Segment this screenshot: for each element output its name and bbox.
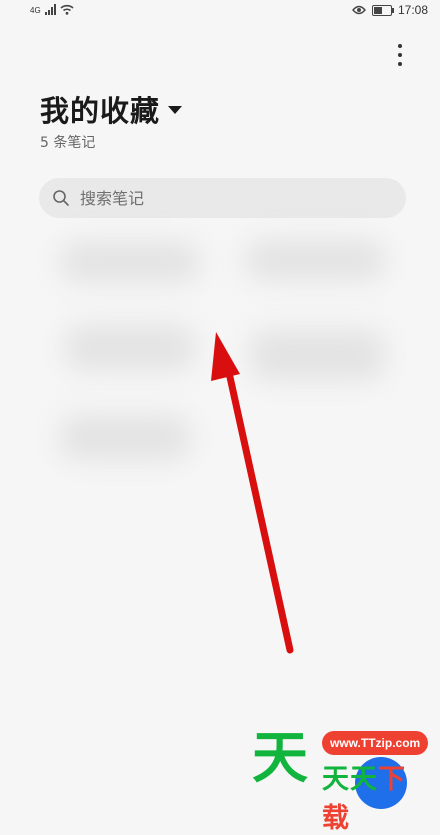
watermark-logo: 天 www.TTzip.com 天天下载 — [252, 723, 429, 834]
watermark-url: www.TTzip.com — [322, 731, 429, 755]
red-arrow-annotation — [211, 332, 294, 654]
watermark-text-part1: 天天 — [322, 764, 378, 795]
watermark-brand-char: 天 — [252, 725, 308, 791]
watermark-text: 天天下载 — [322, 757, 422, 835]
